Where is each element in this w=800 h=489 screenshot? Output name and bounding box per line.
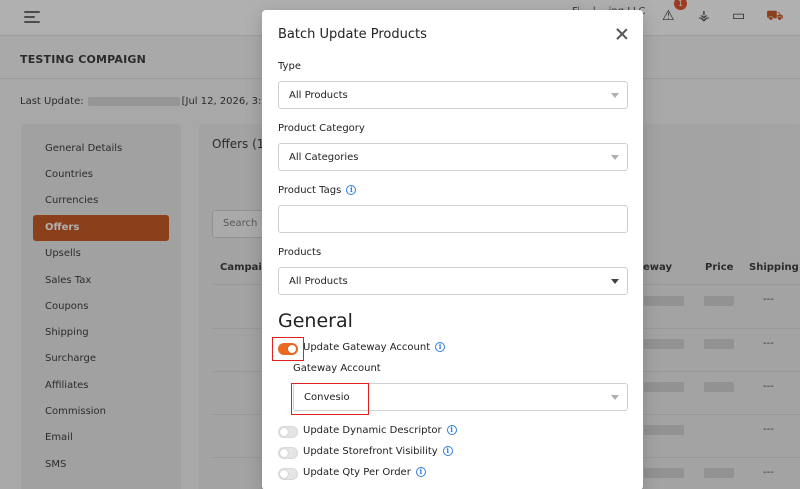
update-gateway-account-text: Update Gateway Account bbox=[303, 342, 431, 353]
modal-title: Batch Update Products bbox=[278, 27, 427, 42]
chevron-down-icon bbox=[611, 93, 619, 98]
toggle-knob bbox=[280, 428, 288, 436]
update-qty-per-order-label: Update Qty Per Order i bbox=[303, 467, 426, 478]
product-tags-label: Product Tags i bbox=[278, 185, 357, 196]
toggle-knob bbox=[280, 449, 288, 457]
info-icon[interactable]: i bbox=[346, 185, 357, 195]
type-label: Type bbox=[278, 61, 301, 72]
update-gateway-account-label: Update Gateway Account i bbox=[303, 342, 446, 353]
close-icon[interactable] bbox=[615, 27, 629, 41]
chevron-down-icon bbox=[611, 279, 619, 284]
batch-update-modal: Batch Update Products Type All Products … bbox=[262, 10, 643, 489]
products-value: All Products bbox=[289, 276, 348, 287]
general-section-title: General bbox=[278, 310, 353, 332]
product-category-label: Product Category bbox=[278, 123, 365, 134]
type-select[interactable]: All Products bbox=[278, 81, 628, 109]
product-category-value: All Categories bbox=[289, 152, 359, 163]
chevron-down-icon bbox=[611, 395, 619, 400]
chevron-down-icon bbox=[611, 155, 619, 160]
update-dynamic-descriptor-label: Update Dynamic Descriptor i bbox=[303, 425, 457, 436]
update-qty-per-order-toggle[interactable] bbox=[278, 468, 298, 480]
info-icon[interactable]: i bbox=[442, 446, 453, 456]
product-category-select[interactable]: All Categories bbox=[278, 143, 628, 171]
info-icon[interactable]: i bbox=[446, 425, 457, 435]
products-label: Products bbox=[278, 247, 322, 258]
update-qty-per-order-text: Update Qty Per Order bbox=[303, 467, 411, 478]
gateway-account-label: Gateway Account bbox=[293, 363, 381, 374]
update-dynamic-descriptor-toggle[interactable] bbox=[278, 426, 298, 438]
update-storefront-visibility-text: Update Storefront Visibility bbox=[303, 446, 438, 457]
update-storefront-visibility-toggle[interactable] bbox=[278, 447, 298, 459]
update-storefront-visibility-label: Update Storefront Visibility i bbox=[303, 446, 453, 457]
info-icon[interactable]: i bbox=[435, 342, 446, 352]
info-icon[interactable]: i bbox=[415, 467, 426, 477]
product-tags-label-text: Product Tags bbox=[278, 185, 342, 196]
highlight-box-gateway bbox=[291, 383, 369, 415]
toggle-knob bbox=[280, 470, 288, 478]
product-tags-input[interactable] bbox=[278, 205, 628, 233]
products-select[interactable]: All Products bbox=[278, 267, 628, 295]
type-value: All Products bbox=[289, 90, 348, 101]
update-dynamic-descriptor-text: Update Dynamic Descriptor bbox=[303, 425, 442, 436]
highlight-box-toggle bbox=[272, 337, 304, 361]
